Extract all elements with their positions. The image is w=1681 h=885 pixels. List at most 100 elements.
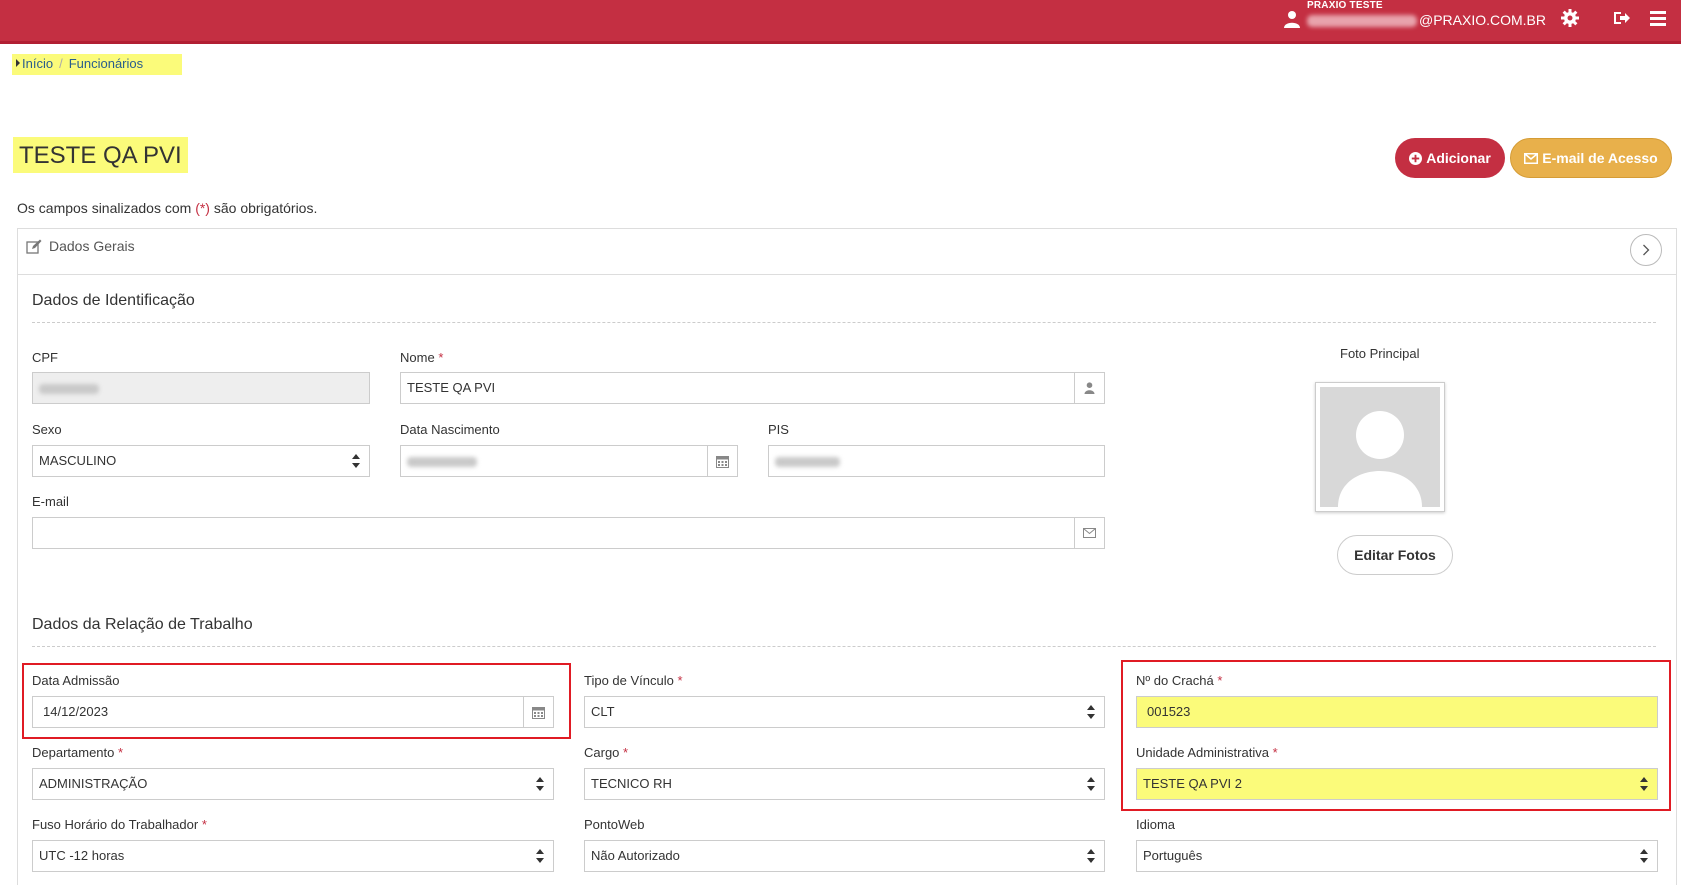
breadcrumb: Início / Funcionários	[12, 54, 182, 75]
select-arrows-icon	[352, 454, 360, 468]
select-arrows-icon	[1640, 849, 1648, 863]
select-arrows-icon	[536, 777, 544, 791]
breadcrumb-home[interactable]: Início	[22, 56, 53, 71]
edit-photos-button[interactable]: Editar Fotos	[1337, 535, 1453, 575]
work-section-title: Dados da Relação de Trabalho	[32, 616, 253, 633]
nome-value: TESTE QA PVI	[407, 380, 496, 395]
select-arrows-icon	[536, 849, 544, 863]
fuso-label-text: Fuso Horário do Trabalhador	[32, 817, 199, 832]
required-mark: *	[1272, 745, 1278, 760]
email-access-button[interactable]: E-mail de Acesso	[1510, 138, 1672, 178]
identification-section-title: Dados de Identificação	[32, 292, 195, 309]
cracha-label-text: Nº do Crachá	[1136, 673, 1214, 688]
pontoweb-select[interactable]: Não Autorizado	[584, 840, 1105, 872]
select-arrows-icon	[1087, 849, 1095, 863]
required-note-mark: (*)	[195, 200, 210, 216]
required-fields-note: Os campos sinalizados com (*) são obriga…	[17, 200, 317, 216]
vinculo-select[interactable]: CLT	[584, 696, 1105, 728]
sexo-select[interactable]: MASCULINO	[32, 445, 370, 477]
plus-circle-icon	[1409, 151, 1423, 165]
email-domain: @PRAXIO.COM.BR	[1419, 12, 1547, 28]
user-email[interactable]: @PRAXIO.COM.BR	[1307, 12, 1546, 28]
required-mark: *	[438, 350, 444, 365]
logout-icon[interactable]	[1612, 8, 1632, 28]
pis-redacted	[775, 456, 840, 467]
user-icon	[1074, 373, 1104, 403]
nome-label-text: Nome	[400, 350, 435, 365]
envelope-icon	[1524, 152, 1539, 164]
unidade-label-text: Unidade Administrativa	[1136, 745, 1269, 760]
sexo-label: Sexo	[32, 422, 62, 437]
pontoweb-value: Não Autorizado	[591, 848, 680, 863]
vinculo-value: CLT	[591, 704, 615, 719]
required-mark: *	[118, 745, 124, 760]
departamento-label-text: Departamento	[32, 745, 115, 760]
breadcrumb-current[interactable]: Funcionários	[69, 56, 143, 71]
envelope-icon	[1074, 518, 1104, 548]
cargo-label: Cargo *	[584, 745, 628, 760]
admissao-field[interactable]: 14/12/2023	[32, 696, 554, 728]
pontoweb-label: PontoWeb	[584, 817, 645, 832]
panel-title: Dados Gerais	[49, 238, 135, 254]
photo-title: Foto Principal	[1340, 346, 1420, 361]
email-label: E-mail	[32, 494, 69, 509]
nascimento-redacted	[407, 456, 477, 467]
required-note-prefix: Os campos sinalizados com	[17, 200, 196, 216]
select-arrows-icon	[1640, 777, 1648, 791]
required-mark: *	[677, 673, 683, 688]
vinculo-label: Tipo de Vínculo *	[584, 673, 683, 688]
nascimento-field[interactable]	[400, 445, 738, 477]
cpf-label: CPF	[32, 350, 58, 365]
sexo-value: MASCULINO	[39, 453, 117, 468]
email-access-label: E-mail de Acesso	[1542, 150, 1658, 166]
departamento-select[interactable]: ADMINISTRAÇÃO	[32, 768, 554, 800]
top-bar: PRAXIO TESTE @PRAXIO.COM.BR	[0, 0, 1681, 44]
cpf-redacted	[39, 383, 99, 394]
section-divider	[32, 322, 1656, 323]
cargo-label-text: Cargo	[584, 745, 620, 760]
caret-right-icon	[16, 59, 20, 67]
menu-icon[interactable]	[1648, 8, 1668, 28]
main-photo	[1315, 382, 1445, 512]
calendar-icon[interactable]	[523, 697, 553, 727]
required-mark: *	[201, 817, 207, 832]
required-note-suffix: são obrigatórios.	[209, 200, 318, 216]
email-field[interactable]	[32, 517, 1105, 549]
panel-header[interactable]: Dados Gerais	[18, 229, 1676, 275]
pis-field[interactable]	[768, 445, 1105, 477]
select-arrows-icon	[1087, 777, 1095, 791]
chevron-right-icon[interactable]	[1630, 234, 1662, 266]
cpf-field[interactable]	[32, 372, 370, 404]
gear-icon[interactable]	[1560, 8, 1580, 28]
unidade-select[interactable]: TESTE QA PVI 2	[1136, 768, 1658, 800]
nascimento-label: Data Nascimento	[400, 422, 500, 437]
departamento-label: Departamento *	[32, 745, 123, 760]
avatar-placeholder-icon	[1338, 411, 1422, 507]
section-divider	[32, 646, 1656, 647]
breadcrumb-separator: /	[59, 56, 63, 71]
fuso-value: UTC -12 horas	[39, 848, 125, 863]
idioma-label: Idioma	[1136, 817, 1176, 832]
fuso-label: Fuso Horário do Trabalhador *	[32, 817, 207, 832]
user-icon	[1284, 11, 1300, 28]
unidade-label: Unidade Administrativa *	[1136, 745, 1278, 760]
vinculo-label-text: Tipo de Vínculo	[584, 673, 674, 688]
cracha-field[interactable]: 001523	[1136, 696, 1658, 728]
admissao-label: Data Admissão	[32, 673, 120, 688]
unidade-value: TESTE QA PVI 2	[1143, 776, 1242, 791]
departamento-value: ADMINISTRAÇÃO	[39, 776, 148, 791]
cracha-label: Nº do Crachá *	[1136, 673, 1222, 688]
idioma-value: Português	[1143, 848, 1203, 863]
required-mark: *	[1217, 673, 1223, 688]
pis-label: PIS	[768, 422, 789, 437]
add-button-label: Adicionar	[1426, 150, 1491, 166]
add-button[interactable]: Adicionar	[1395, 138, 1505, 178]
select-arrows-icon	[1087, 705, 1095, 719]
tenant-name: PRAXIO TESTE	[1307, 0, 1383, 11]
cargo-select[interactable]: TECNICO RH	[584, 768, 1105, 800]
calendar-icon[interactable]	[707, 446, 737, 476]
nome-field[interactable]: TESTE QA PVI	[400, 372, 1105, 404]
idioma-select[interactable]: Português	[1136, 840, 1658, 872]
required-mark: *	[623, 745, 629, 760]
fuso-select[interactable]: UTC -12 horas	[32, 840, 554, 872]
